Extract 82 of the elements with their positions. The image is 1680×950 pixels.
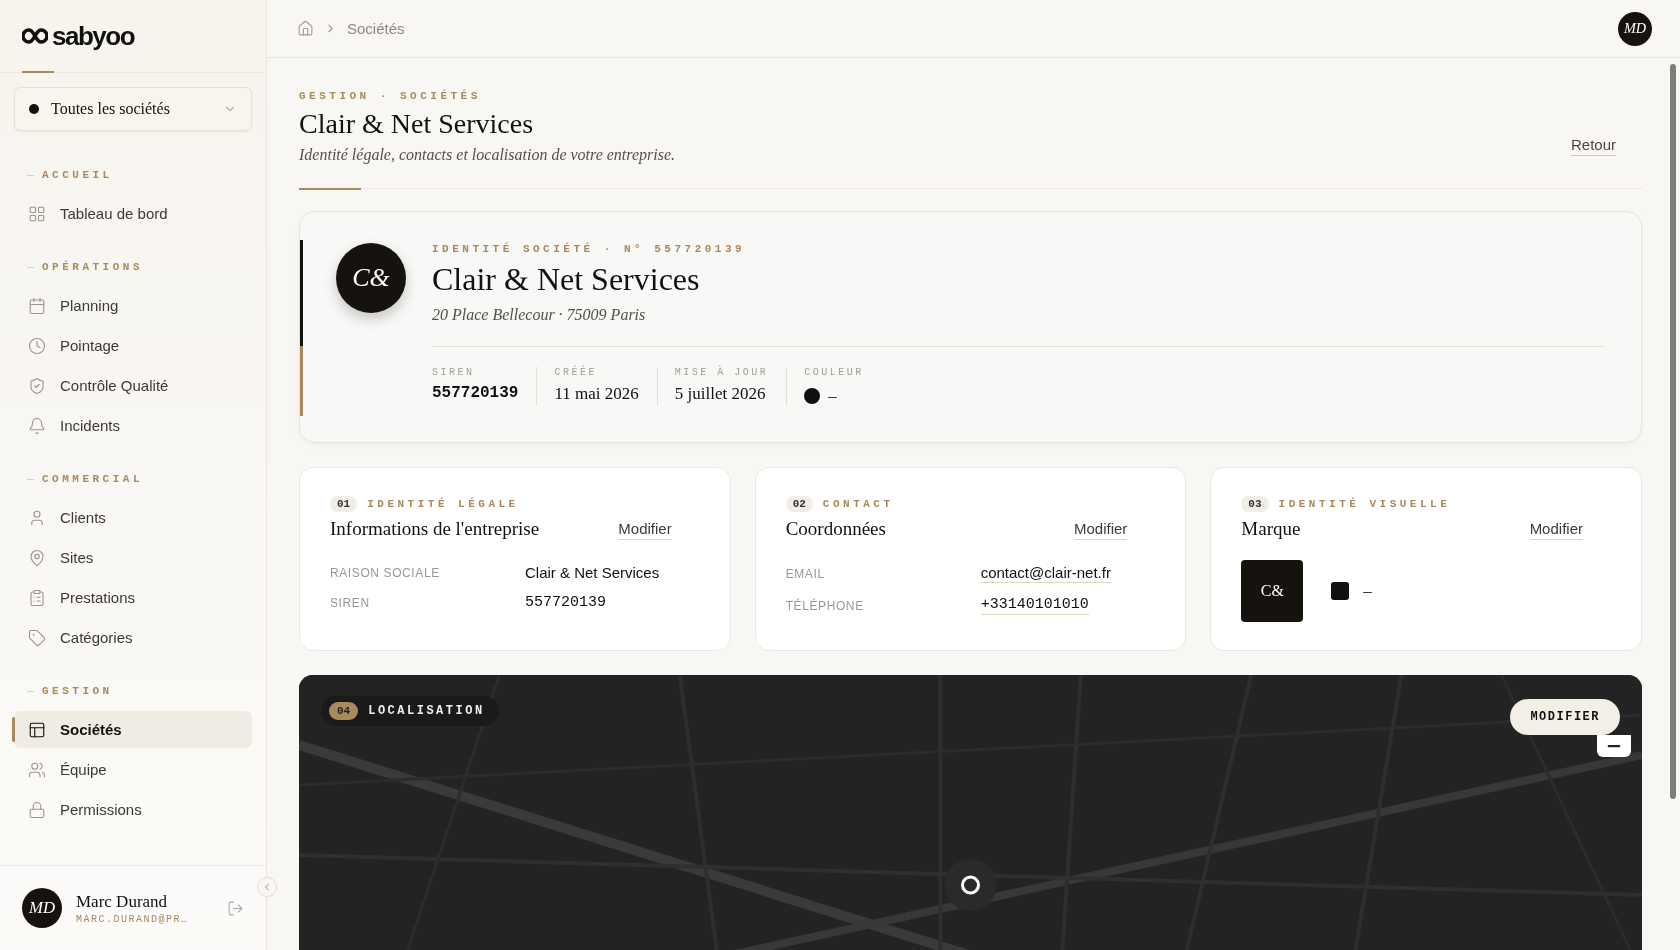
collapse-button[interactable]	[257, 877, 277, 897]
logout-icon[interactable]	[227, 899, 244, 917]
field-label: SIREN	[330, 595, 371, 610]
fact-value: 557720139	[432, 384, 519, 402]
back-link[interactable]: Retour	[1570, 136, 1616, 156]
calendar-icon	[28, 296, 46, 315]
fact-value: 11 mai 2026	[554, 384, 639, 404]
zoom-control[interactable]	[1597, 735, 1631, 757]
clipboard-icon	[28, 588, 46, 607]
logo: sabyoo	[52, 20, 135, 52]
card-number: 01	[330, 496, 358, 512]
field-value: Clair & Net Services	[525, 564, 660, 581]
company-selector[interactable]: Toutes les sociétés	[14, 87, 252, 131]
card-eyebrow: CONTACT	[822, 498, 894, 510]
clock-icon	[28, 336, 46, 355]
section-title: COMMERCIAL	[42, 473, 143, 485]
fact-label: CRÉÉE	[554, 367, 598, 378]
user-avatar[interactable]: MD	[1618, 11, 1652, 46]
page-eyebrow: GESTION · SOCIÉTÉS	[299, 90, 482, 102]
field-link[interactable]: contact@clair-net.fr	[980, 564, 1111, 583]
page-title: Clair & Net Services	[299, 108, 535, 140]
brand-logo: C&	[1241, 560, 1304, 622]
nav-item[interactable]: Tableau de bord	[14, 195, 252, 232]
user-icon	[28, 508, 46, 527]
nav-item[interactable]: Clients	[14, 499, 252, 536]
user-name: Marc Durand	[76, 891, 169, 912]
bell-icon	[28, 416, 46, 435]
card-number: 03	[1241, 496, 1269, 512]
section-title: OPÉRATIONS	[42, 261, 143, 273]
page-subtitle: Identité légale, contacts et localisation de votre entreprise.	[299, 146, 676, 164]
field-label: EMAIL	[785, 566, 826, 581]
color-value: –	[1363, 581, 1372, 601]
scrollbar[interactable]	[1670, 64, 1676, 799]
nav-item[interactable]: Sociétés	[14, 711, 252, 748]
section-title: ACCUEIL	[42, 169, 113, 181]
nav-item[interactable]: Contrôle Qualité	[14, 367, 252, 404]
nav-item[interactable]: Prestations	[14, 579, 252, 616]
fact-value: –	[828, 386, 837, 406]
map-label: LOCALISATION	[368, 704, 485, 718]
nav-item[interactable]: Catégories	[14, 619, 252, 656]
lock-icon	[28, 800, 46, 819]
edit-link[interactable]: Modifier	[618, 520, 672, 540]
card-eyebrow: IDENTITÉ VISUELLE	[1278, 498, 1451, 510]
company-address: 20 Place Bellecour · 75009 Paris	[432, 306, 647, 324]
status-dot	[29, 104, 39, 114]
company-name: Clair & Net Services	[432, 261, 701, 298]
shield-check-icon	[28, 376, 46, 395]
layout-icon	[28, 720, 46, 739]
card-eyebrow: IDENTITÉ LÉGALE	[367, 498, 519, 510]
map-pin-icon	[28, 548, 46, 567]
identity-eyebrow: IDENTITÉ SOCIÉTÉ · N° 557720139	[432, 243, 747, 255]
edit-link[interactable]: Modifier	[1073, 520, 1128, 540]
logo-icon	[22, 28, 48, 44]
edit-link[interactable]: Modifier	[1529, 520, 1583, 540]
user-email: MARC.DURAND@PR…	[76, 913, 190, 925]
field-label: TÉLÉPHONE	[785, 598, 865, 613]
fact-value: 5 juillet 2026	[674, 384, 767, 404]
field-label: RAISON SOCIALE	[330, 565, 441, 580]
users-icon	[28, 760, 46, 779]
field-value: 557720139	[525, 594, 606, 611]
card-title: Coordonnées	[785, 518, 887, 540]
card-number: 04	[329, 702, 359, 720]
fact-label: SIREN	[432, 367, 476, 378]
section-title: GESTION	[42, 685, 113, 697]
user-avatar: MD	[22, 888, 62, 928]
grid-icon	[28, 204, 46, 223]
nav-item[interactable]: Incidents	[14, 407, 252, 444]
nav-item[interactable]: Pointage	[14, 327, 252, 364]
home-icon[interactable]	[297, 20, 314, 37]
fact-label: COULEUR	[804, 367, 864, 378]
company-monogram: C&	[336, 243, 406, 313]
nav-item[interactable]: Planning	[14, 287, 252, 324]
card-title: Informations de l'entreprise	[330, 518, 540, 540]
fact-label: MISE À JOUR	[674, 367, 769, 378]
edit-button[interactable]: MODIFIER	[1510, 699, 1620, 735]
field-link[interactable]: +33140101010	[980, 596, 1089, 615]
nav-item[interactable]: Sites	[14, 539, 252, 576]
tag-icon	[28, 628, 46, 647]
nav-item[interactable]: Permissions	[14, 791, 252, 828]
card-number: 02	[785, 496, 813, 512]
nav-item[interactable]: Équipe	[14, 751, 252, 788]
card-title: Marque	[1241, 518, 1302, 540]
